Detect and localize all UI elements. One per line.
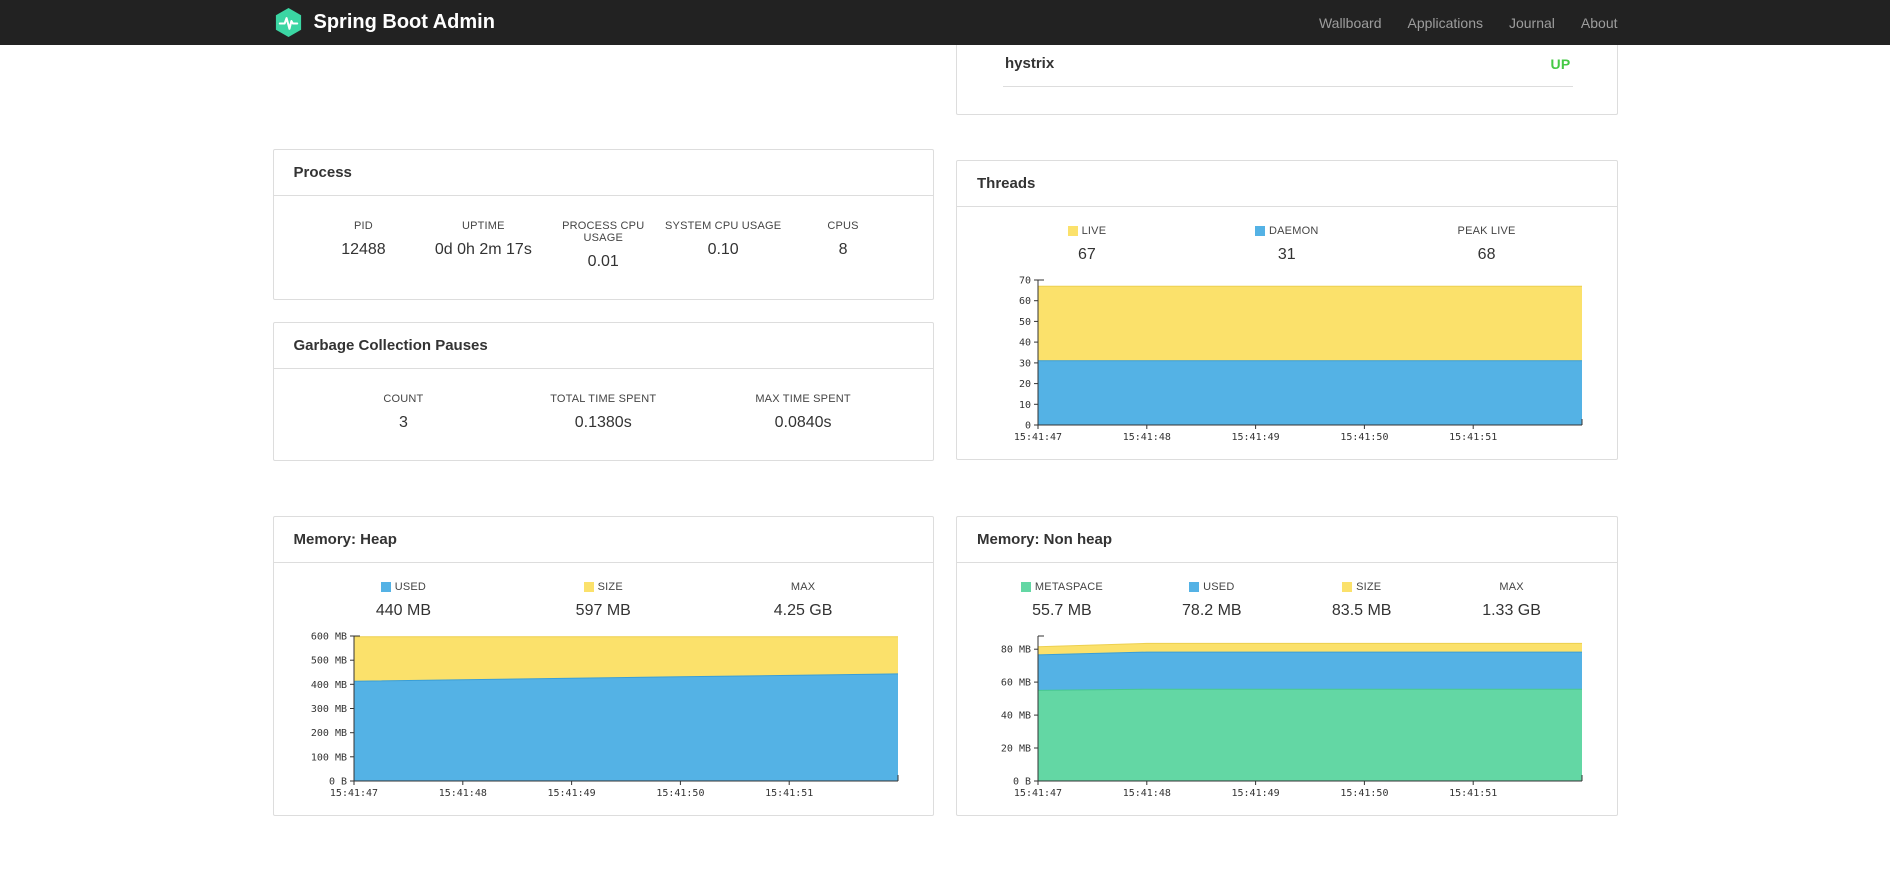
svg-text:600 MB: 600 MB: [311, 632, 347, 643]
heap-card-title: Memory: Heap: [273, 517, 933, 563]
svg-text:15:41:49: 15:41:49: [1231, 432, 1279, 443]
stat-uptime: UPTIME 0d 0h 2m 17s: [434, 220, 532, 258]
legend-nonheap-max: MAX 1.33 GB: [1482, 581, 1541, 619]
daemon-color-swatch: [1255, 226, 1265, 236]
process-card: Process PID 12488 UPTIME 0d 0h 2m 17s PR…: [272, 149, 934, 300]
svg-text:80 MB: 80 MB: [1001, 645, 1031, 656]
spring-boot-admin-logo-icon: [273, 7, 304, 38]
legend-nonheap-size: SIZE 83.5 MB: [1331, 581, 1392, 619]
heap-used-color-swatch: [380, 582, 391, 592]
process-stats: PID 12488 UPTIME 0d 0h 2m 17s PROCESS CP…: [274, 196, 934, 299]
heap-legend: USED 440 MB SIZE 597 MB MAX 4.25 GB: [274, 563, 934, 620]
nav-item-wallboard[interactable]: Wallboard: [1306, 15, 1395, 31]
heap-memory-chart: 0 B 100 MB 200 MB 300 MB 400 MB 500 MB 600 MB 1…: [311, 632, 899, 799]
svg-text:300 MB: 300 MB: [311, 704, 347, 715]
legend-peak-live: PEAK LIVE 68: [1457, 225, 1516, 263]
brand-link[interactable]: Spring Boot Admin: [273, 7, 495, 38]
legend-nonheap-used: USED 78.2 MB: [1182, 581, 1242, 619]
svg-text:0: 0: [1025, 421, 1031, 432]
svg-text:15:41:47: 15:41:47: [1014, 788, 1062, 799]
svg-text:15:41:50: 15:41:50: [1340, 432, 1388, 443]
svg-text:200 MB: 200 MB: [311, 728, 347, 739]
svg-text:50: 50: [1019, 317, 1031, 328]
live-color-swatch: [1067, 226, 1078, 236]
svg-text:60: 60: [1019, 296, 1031, 307]
svg-text:40 MB: 40 MB: [1001, 711, 1031, 722]
stat-gc-total-time: TOTAL TIME SPENT 0.1380s: [550, 393, 657, 431]
stat-gc-count: COUNT 3: [383, 393, 424, 431]
threads-card-title: Threads: [957, 161, 1617, 207]
left-column: Process PID 12488 UPTIME 0d 0h 2m 17s PR…: [272, 45, 934, 461]
svg-text:500 MB: 500 MB: [311, 656, 347, 667]
stat-gc-max-time: MAX TIME SPENT 0.0840s: [755, 393, 851, 431]
stat-cpus: CPUS 8: [827, 220, 859, 258]
svg-text:70: 70: [1019, 276, 1031, 287]
svg-text:15:41:50: 15:41:50: [657, 788, 705, 799]
metaspace-color-swatch: [1020, 582, 1031, 592]
nav-item-journal[interactable]: Journal: [1496, 15, 1568, 31]
legend-heap-size: SIZE 597 MB: [575, 581, 631, 619]
threads-chart: 0 10 20 30 40 50 60 70 15:41:47 15:41:48 15:41:49 1…: [1014, 276, 1583, 443]
nonheap-size-color-swatch: [1342, 582, 1353, 592]
stat-system-cpu: SYSTEM CPU USAGE 0.10: [665, 220, 782, 258]
svg-text:15:41:48: 15:41:48: [439, 788, 487, 799]
right-column: hystrix UP Threads LIVE 67 DAEMON 31 PEA…: [956, 45, 1618, 460]
gc-card-title: Garbage Collection Pauses: [273, 323, 933, 369]
svg-text:15:41:51: 15:41:51: [765, 788, 813, 799]
legend-daemon: DAEMON 31: [1187, 225, 1387, 264]
nav-item-applications[interactable]: Applications: [1394, 15, 1496, 31]
nav-item-about[interactable]: About: [1568, 15, 1618, 31]
memory-heap-card: Memory: Heap USED 440 MB SIZE 597 MB MAX…: [272, 516, 934, 816]
nonheap-legend: METASPACE 55.7 MB USED 78.2 MB SIZE 83.5…: [957, 563, 1617, 620]
application-name: hystrix: [1005, 55, 1055, 72]
nav-links: Wallboard Applications Journal About: [1306, 15, 1618, 31]
svg-text:20 MB: 20 MB: [1001, 744, 1031, 755]
svg-text:400 MB: 400 MB: [311, 680, 347, 691]
svg-text:0 B: 0 B: [329, 777, 347, 788]
status-badge: UP: [1550, 55, 1571, 72]
svg-text:0 B: 0 B: [1013, 777, 1031, 788]
svg-text:15:41:49: 15:41:49: [548, 788, 596, 799]
legend-heap-used: USED 440 MB: [375, 581, 431, 619]
svg-text:30: 30: [1019, 358, 1031, 369]
top-navbar: Spring Boot Admin Wallboard Applications…: [0, 0, 1890, 45]
svg-text:15:41:49: 15:41:49: [1231, 788, 1279, 799]
application-row-hystrix[interactable]: hystrix UP: [1003, 45, 1573, 87]
stat-pid: PID 12488: [341, 220, 386, 258]
svg-text:15:41:50: 15:41:50: [1340, 788, 1388, 799]
nonheap-used-color-swatch: [1189, 582, 1200, 592]
memory-nonheap-card: Memory: Non heap METASPACE 55.7 MB USED …: [956, 516, 1618, 816]
svg-text:20: 20: [1019, 379, 1031, 390]
svg-text:100 MB: 100 MB: [311, 752, 347, 763]
svg-text:15:41:48: 15:41:48: [1122, 432, 1170, 443]
legend-metaspace: METASPACE 55.7 MB: [987, 581, 1137, 620]
svg-text:40: 40: [1019, 338, 1031, 349]
svg-text:60 MB: 60 MB: [1001, 678, 1031, 689]
heap-size-color-swatch: [583, 582, 594, 592]
applications-card: hystrix UP: [956, 45, 1618, 115]
svg-text:10: 10: [1019, 400, 1031, 411]
brand-title: Spring Boot Admin: [313, 11, 495, 33]
nonheap-memory-chart: 0 B 20 MB 40 MB 60 MB 80 MB 15:41:47 15:41:48 1…: [1001, 635, 1583, 799]
legend-live: LIVE 67: [987, 225, 1187, 264]
svg-text:15:41:51: 15:41:51: [1449, 788, 1497, 799]
dashboard-grid: Process PID 12488 UPTIME 0d 0h 2m 17s PR…: [272, 45, 1618, 886]
gc-stats: COUNT 3 TOTAL TIME SPENT 0.1380s MAX TIM…: [274, 369, 934, 460]
svg-text:15:41:48: 15:41:48: [1122, 788, 1170, 799]
threads-legend: LIVE 67 DAEMON 31 PEAK LIVE 68: [957, 207, 1617, 264]
legend-heap-max: MAX 4.25 GB: [773, 581, 833, 619]
gc-pauses-card: Garbage Collection Pauses COUNT 3 TOTAL …: [272, 322, 934, 461]
svg-text:15:41:47: 15:41:47: [1014, 432, 1062, 443]
svg-text:15:41:47: 15:41:47: [330, 788, 378, 799]
stat-process-cpu: PROCESS CPU USAGE 0.01: [562, 220, 645, 270]
process-card-title: Process: [273, 150, 933, 196]
threads-card: Threads LIVE 67 DAEMON 31 PEAK LIVE 68 0…: [956, 160, 1618, 460]
svg-text:15:41:51: 15:41:51: [1449, 432, 1497, 443]
nonheap-card-title: Memory: Non heap: [957, 517, 1617, 563]
